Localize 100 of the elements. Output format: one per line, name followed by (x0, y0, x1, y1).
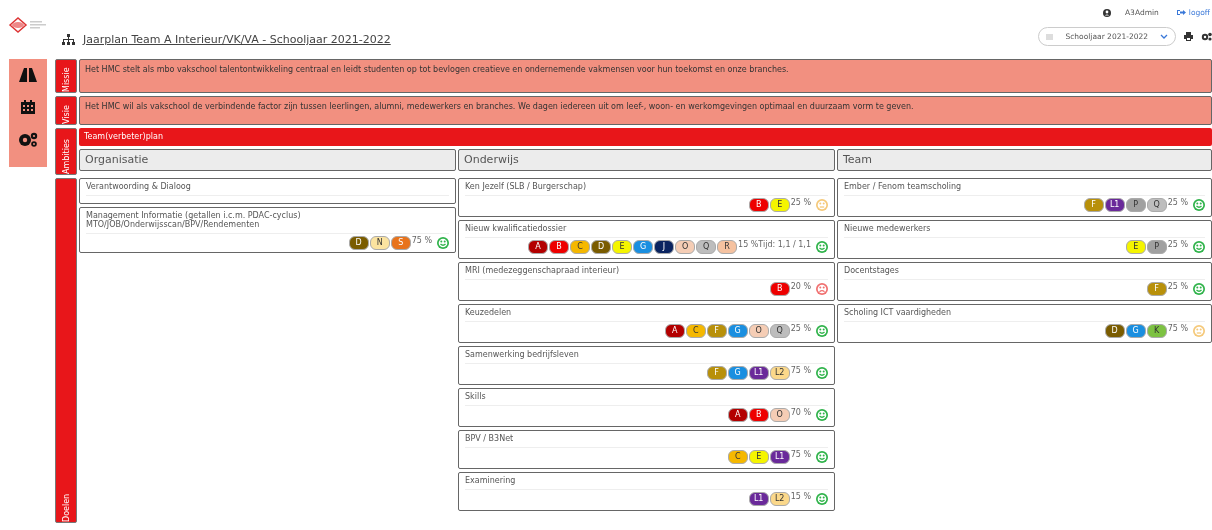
goal-title: BPV / B3Net (465, 434, 828, 448)
goal-card[interactable]: Ken Jezelf (SLB / Burgerschap) B E 25 % (458, 178, 835, 217)
tag: F (706, 324, 727, 338)
tag: F (706, 366, 727, 380)
tag: G (727, 324, 748, 338)
tag: K (1146, 324, 1167, 338)
goal-title: MRI (medezeggenschapraad interieur) (465, 266, 828, 280)
goal-title: Docentstages (844, 266, 1205, 280)
tag: S (390, 236, 411, 250)
tag: C (685, 324, 706, 338)
goal-title: Samenwerking bedrijfsleven (465, 350, 828, 364)
tag: E (769, 198, 790, 212)
goal-card[interactable]: Docentstages F 25 % (837, 262, 1212, 301)
progress-percent: 70 % (790, 408, 811, 417)
column-header: Onderwijs (458, 149, 835, 171)
goal-title: Nieuw kwalificatiedossier (465, 224, 828, 238)
tag: L1 (748, 492, 769, 506)
goal-title: Scholing ICT vaardigheden (844, 308, 1205, 322)
page-title-link[interactable]: Jaarplan Team A Interieur/VK/VA - Schooljaar 2021-2022 (83, 33, 391, 46)
goal-card[interactable]: Scholing ICT vaardigheden D G K 75 % (837, 304, 1212, 343)
tag: O (769, 408, 790, 422)
tag: N (369, 236, 390, 250)
goal-card[interactable]: Nieuwe medewerkers E P 25 % (837, 220, 1212, 259)
progress-percent: 15 %Tijd: 1,1 / 1,1 (738, 240, 811, 249)
progress-percent: 75 % (411, 236, 432, 245)
goal-card[interactable]: Keuzedelen A C F G O Q 25 % (458, 304, 835, 343)
logout-icon (1176, 9, 1186, 16)
tag: L2 (769, 492, 790, 506)
progress-percent: 25 % (790, 324, 811, 333)
goal-title: Skills (465, 392, 828, 406)
tag: L1 (769, 450, 790, 464)
tag: O (748, 324, 769, 338)
progress-percent: 20 % (790, 282, 811, 291)
tag: G (727, 366, 748, 380)
tag: B (748, 198, 769, 212)
tag: A (727, 408, 748, 422)
progress-percent: 25 % (1167, 198, 1188, 207)
goal-title: Nieuwe medewerkers (844, 224, 1205, 238)
settings-icon[interactable] (18, 132, 38, 147)
goal-card[interactable]: Verantwoording & Dialoog (79, 178, 456, 204)
tag: A (528, 240, 549, 254)
goal-card[interactable]: Management Informatie (getallen i.c.m. PDAC-cyclus) MTO/JOB/Onderwijsscan/BPV/Rendementen D N S 75 % (79, 207, 456, 253)
tag: L2 (769, 366, 790, 380)
plan-bar: Team(verbeter)plan (79, 128, 1212, 146)
progress-percent: 25 % (1167, 240, 1188, 249)
tag: Q (769, 324, 790, 338)
tag: C (727, 450, 748, 464)
chevron-down-icon (1160, 34, 1168, 39)
tag: D (1104, 324, 1125, 338)
goal-title: Keuzedelen (465, 308, 828, 322)
user-icon (1103, 8, 1111, 17)
statement-panel: Het HMC stelt als mbo vakschool talentontwikkeling centraal en leidt studenten op tot bevlogen creatieve en ondernemende vakmensen voor hun toekomst en onze branches. (79, 59, 1212, 93)
tag: B (549, 240, 570, 254)
tag: E (748, 450, 769, 464)
tag: D (591, 240, 612, 254)
tag: G (1125, 324, 1146, 338)
tag: F (1083, 198, 1104, 212)
goal-title: Ken Jezelf (SLB / Burgerschap) (465, 182, 828, 196)
goal-card[interactable]: Nieuw kwalificatiedossier A B C D E G J O Q R 15 %Tijd: 1,1 / 1,1 (458, 220, 835, 259)
progress-percent: 75 % (790, 366, 811, 375)
tag: G (633, 240, 654, 254)
progress-percent: 15 % (790, 492, 811, 501)
road-icon[interactable] (19, 68, 37, 82)
tag: Q (696, 240, 717, 254)
tag: P (1125, 198, 1146, 212)
tag: D (348, 236, 369, 250)
tag: Q (1146, 198, 1167, 212)
tag: O (675, 240, 696, 254)
tag: A (664, 324, 685, 338)
goal-card[interactable]: Skills A B O 70 % (458, 388, 835, 427)
statement-panel: Het HMC wil als vakschool de verbindende factor zijn tussen leerlingen, alumni, medewerkers en branches. We dagen iedereen uit om leef-, woon- en werkomgevingen optimaal en duurzaam vorm te geven. (79, 96, 1212, 125)
print-icon[interactable] (1184, 32, 1193, 41)
progress-percent: 25 % (1167, 282, 1188, 291)
goal-card[interactable]: BPV / B3Net C E L1 75 % (458, 430, 835, 469)
tag: F (1146, 282, 1167, 296)
tag: L1 (1104, 198, 1125, 212)
settings-icon[interactable] (1201, 32, 1212, 41)
tag: E (1125, 240, 1146, 254)
goal-title: Examinering (465, 476, 828, 490)
goal-card[interactable]: Samenwerking bedrijfsleven F G L1 L2 75 % (458, 346, 835, 385)
column-header: Team (837, 149, 1212, 171)
tag: J (654, 240, 675, 254)
tag: B (769, 282, 790, 296)
tag: L1 (748, 366, 769, 380)
tag: B (748, 408, 769, 422)
progress-percent: 75 % (1167, 324, 1188, 333)
tag: E (612, 240, 633, 254)
sitemap-icon (62, 34, 75, 45)
goal-title: Verantwoording & Dialoog (86, 182, 449, 196)
goal-card[interactable]: Ember / Fenom teamscholing F L1 P Q 25 % (837, 178, 1212, 217)
goal-title: Management Informatie (getallen i.c.m. PDAC-cyclus) MTO/JOB/Onderwijsscan/BPV/Rendementen (86, 211, 449, 234)
goal-card[interactable]: MRI (medezeggenschapraad interieur) B 20 % (458, 262, 835, 301)
goal-title: Ember / Fenom teamscholing (844, 182, 1205, 196)
tag: C (570, 240, 591, 254)
goal-card[interactable]: Examinering L1 L2 15 % (458, 472, 835, 511)
column-header: Organisatie (79, 149, 456, 171)
progress-percent: 25 % (790, 198, 811, 207)
progress-percent: 75 % (790, 450, 811, 459)
tag: P (1146, 240, 1167, 254)
tag: R (717, 240, 738, 254)
